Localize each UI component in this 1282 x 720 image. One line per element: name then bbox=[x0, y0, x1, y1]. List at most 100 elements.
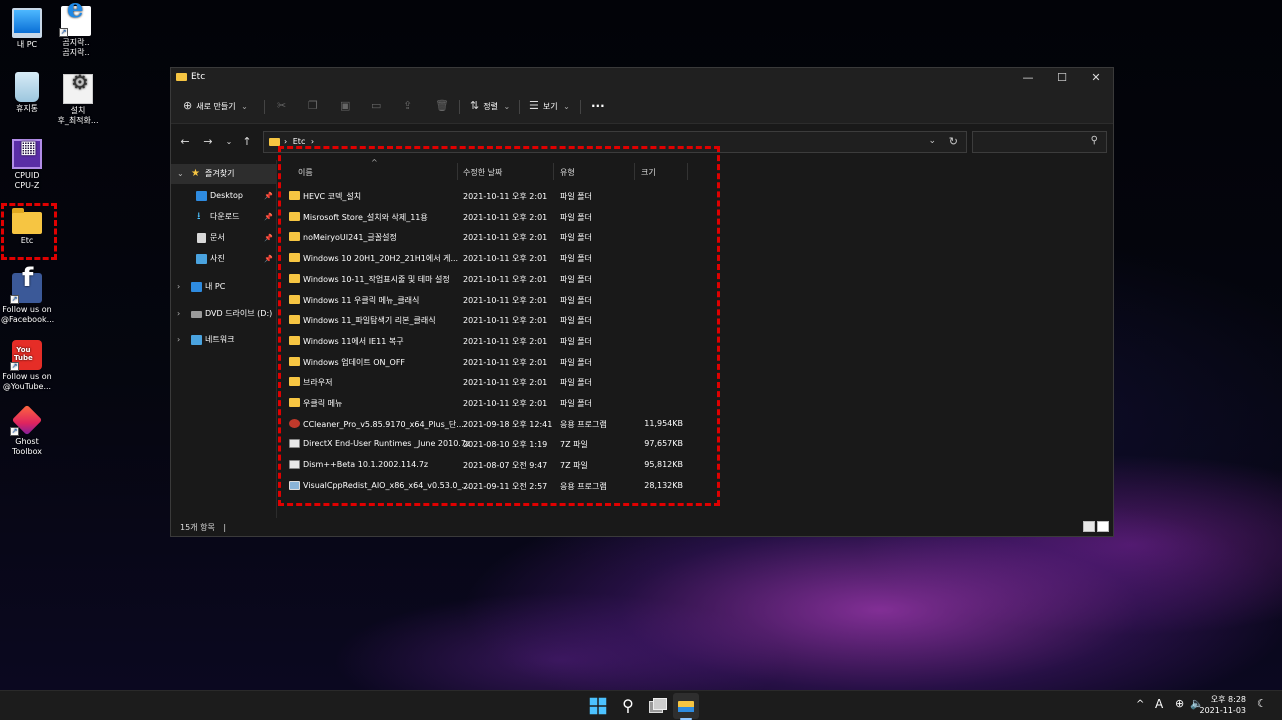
desktop-icon-label: 내 PC bbox=[16, 40, 38, 49]
delete-button[interactable]: 🗑 bbox=[435, 97, 449, 115]
close-button[interactable]: ✕ bbox=[1079, 68, 1113, 88]
details-view-button[interactable] bbox=[1083, 521, 1095, 532]
nav-label: 문서 bbox=[210, 233, 225, 242]
divider bbox=[264, 100, 265, 114]
forward-button[interactable]: → bbox=[200, 134, 216, 150]
command-bar: ⊕ 새로 만들기 ⌄ ✂ ❐ ▣ ▭ ⇪ 🗑 ⇅ 정렬 ⌄ ☰ 보기 ⌄ ··· bbox=[171, 88, 1113, 124]
ghost-toolbox-icon: ↗ bbox=[10, 404, 43, 436]
arrow-right-icon: → bbox=[203, 135, 213, 148]
settings-file-icon bbox=[63, 74, 93, 104]
item-count: 15개 항목 | bbox=[180, 522, 226, 533]
chevron-right-icon: › bbox=[177, 335, 181, 344]
desktop-icon-gomjirak[interactable]: ↗ 곰지락.. 곰지락.. bbox=[50, 4, 102, 58]
share-icon: ⇪ bbox=[403, 99, 413, 112]
paste-button[interactable]: ▣ bbox=[340, 97, 350, 115]
breadcrumb-separator: › bbox=[284, 137, 288, 146]
nav-item-documents[interactable]: 문서 📌 bbox=[171, 228, 277, 248]
network-icon bbox=[191, 335, 202, 345]
divider bbox=[519, 100, 520, 114]
desktop-icon-this-pc[interactable]: 내 PC bbox=[1, 8, 53, 50]
copy-button[interactable]: ❐ bbox=[308, 97, 318, 115]
download-icon: ⭳ bbox=[197, 211, 201, 222]
sort-button-label: 정렬 bbox=[483, 102, 498, 111]
task-view-icon[interactable] bbox=[646, 695, 668, 717]
chevron-down-icon: ⌄ bbox=[225, 137, 233, 146]
search-icon[interactable]: ⚲ bbox=[617, 695, 639, 717]
file-explorer-window: Etc — ☐ ✕ ⊕ 새로 만들기 ⌄ ✂ ❐ ▣ ▭ ⇪ 🗑 ⇅ 정렬 ⌄ ☰ 보… bbox=[170, 67, 1114, 537]
this-pc-icon bbox=[12, 8, 42, 38]
scissors-icon: ✂ bbox=[277, 99, 287, 112]
paste-icon: ▣ bbox=[340, 99, 351, 112]
arrow-left-icon: ← bbox=[180, 135, 190, 148]
pin-icon: 📌 bbox=[264, 213, 273, 221]
nav-label: 내 PC bbox=[205, 282, 226, 291]
notification-icon[interactable]: ☾ bbox=[1257, 697, 1267, 710]
navigation-pane: ⌄ ★ 즐겨찾기 Desktop 📌 ⭳ 다운로드 📌 문서 📌 사진 📌 › bbox=[171, 160, 277, 520]
nav-dvd-drive[interactable]: › DVD 드라이브 (D:) bbox=[171, 304, 277, 324]
desktop-icon-recycle-bin[interactable]: 휴지통 bbox=[1, 72, 53, 114]
rename-button[interactable]: ▭ bbox=[371, 97, 381, 115]
cut-button[interactable]: ✂ bbox=[277, 97, 286, 115]
breadcrumb[interactable]: › Etc › bbox=[284, 137, 314, 146]
status-bar: 15개 항목 | bbox=[171, 518, 1113, 536]
sort-button[interactable]: ⇅ 정렬 ⌄ bbox=[470, 97, 510, 115]
nav-quick-access[interactable]: ⌄ ★ 즐겨찾기 bbox=[171, 164, 277, 184]
chevron-down-icon: ⌄ bbox=[241, 102, 248, 111]
breadcrumb-item-etc[interactable]: Etc bbox=[293, 137, 306, 146]
nav-network[interactable]: › 네트워크 bbox=[171, 330, 277, 350]
nav-label: DVD 드라이브 (D:) bbox=[205, 309, 273, 318]
internet-explorer-icon: ↗ bbox=[59, 4, 91, 37]
item-count-text: 15개 항목 bbox=[180, 523, 215, 532]
taskbar: ⚲ ^ A ⊕ 🔈 오후 8:28 2021-11-03 ☾ bbox=[0, 690, 1282, 720]
desktop-icon-cpuz[interactable]: CPUID CPU-Z bbox=[1, 139, 53, 191]
recent-locations-button[interactable]: ⌄ bbox=[221, 134, 237, 150]
network-globe-icon[interactable]: ⊕ bbox=[1175, 697, 1184, 710]
desktop-icon-youtube[interactable]: ↗ Follow us on @YouTube... bbox=[1, 340, 53, 392]
chevron-right-icon: › bbox=[177, 282, 181, 291]
pin-icon: 📌 bbox=[264, 192, 273, 200]
start-icon[interactable] bbox=[589, 697, 607, 715]
nav-item-desktop[interactable]: Desktop 📌 bbox=[171, 186, 277, 206]
this-pc-icon bbox=[191, 282, 202, 292]
nav-label: 즐겨찾기 bbox=[205, 169, 235, 178]
arrow-up-icon: ↑ bbox=[242, 135, 252, 148]
up-button[interactable]: ↑ bbox=[239, 134, 255, 150]
chevron-down-icon: ⌄ bbox=[177, 169, 184, 178]
nav-item-downloads[interactable]: ⭳ 다운로드 📌 bbox=[171, 207, 277, 227]
back-button[interactable]: ← bbox=[177, 134, 193, 150]
view-button[interactable]: ☰ 보기 ⌄ bbox=[529, 97, 570, 115]
minimize-button[interactable]: — bbox=[1011, 68, 1045, 88]
desktop-icon-label: 휴지통 bbox=[15, 104, 39, 113]
nav-label: 네트워크 bbox=[205, 335, 235, 344]
new-button[interactable]: ⊕ 새로 만들기 ⌄ bbox=[183, 97, 248, 115]
ime-indicator[interactable]: A bbox=[1155, 697, 1163, 711]
tray-overflow-chevron[interactable]: ^ bbox=[1136, 699, 1144, 710]
desktop-icon-facebook[interactable]: ↗ Follow us on @Facebook... bbox=[1, 273, 54, 325]
status-separator: | bbox=[223, 523, 227, 532]
share-button[interactable]: ⇪ bbox=[403, 97, 412, 115]
file-explorer-icon[interactable] bbox=[673, 693, 699, 719]
nav-item-pictures[interactable]: 사진 📌 bbox=[171, 249, 277, 269]
view-button-label: 보기 bbox=[542, 102, 558, 111]
search-input[interactable]: ⚲ bbox=[972, 131, 1107, 153]
nav-this-pc[interactable]: › 내 PC bbox=[171, 277, 277, 297]
refresh-icon[interactable]: ↻ bbox=[949, 135, 958, 148]
clock-date: 2021-11-03 bbox=[1199, 706, 1247, 715]
facebook-icon: ↗ bbox=[10, 273, 42, 304]
desktop-icon-ghost-toolbox[interactable]: ↗ Ghost Toolbox bbox=[1, 404, 53, 457]
sort-icon: ⇅ bbox=[470, 99, 480, 112]
chevron-down-icon[interactable]: ⌄ bbox=[928, 136, 936, 146]
title-bar[interactable]: Etc — ☐ ✕ bbox=[171, 68, 1113, 88]
new-button-label: 새로 만들기 bbox=[196, 102, 236, 111]
clock[interactable]: 오후 8:28 2021-11-03 bbox=[1200, 694, 1247, 716]
maximize-button[interactable]: ☐ bbox=[1045, 68, 1079, 88]
nav-label: 사진 bbox=[210, 254, 225, 263]
desktop-icon-setup-optimize[interactable]: 설치 후_최적화... bbox=[52, 74, 104, 126]
folder-icon bbox=[269, 138, 280, 146]
desktop-icon bbox=[196, 191, 207, 201]
copy-icon: ❐ bbox=[308, 99, 318, 112]
more-options-button[interactable]: ··· bbox=[591, 97, 605, 115]
tiles-view-button[interactable] bbox=[1097, 521, 1109, 532]
chevron-down-icon: ⌄ bbox=[563, 102, 570, 111]
chevron-down-icon: ⌄ bbox=[503, 102, 511, 111]
